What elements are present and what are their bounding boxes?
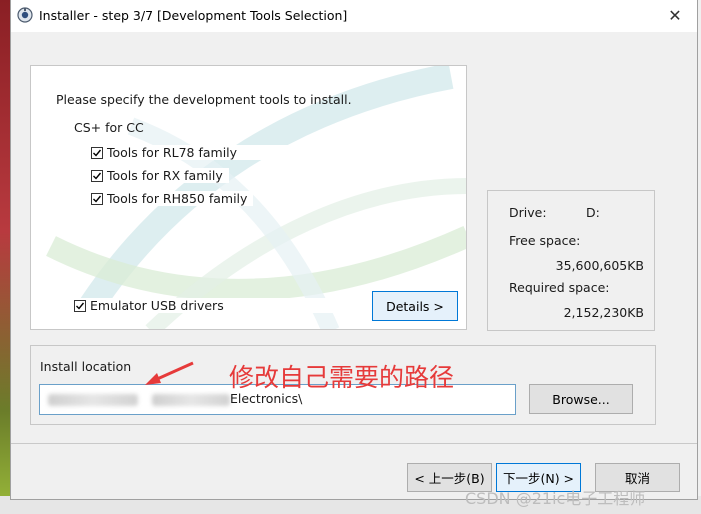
checkbox-checked-icon[interactable] <box>91 146 103 159</box>
instruction-text: Please specify the development tools to … <box>56 92 352 107</box>
checkbox-checked-icon[interactable] <box>91 169 103 182</box>
close-icon[interactable]: ✕ <box>653 0 697 32</box>
checkbox-rl78[interactable]: Tools for RL78 family <box>91 145 342 160</box>
checkbox-checked-icon[interactable] <box>91 192 103 205</box>
details-button[interactable]: Details > <box>372 291 458 321</box>
free-space-label: Free space: <box>509 233 581 248</box>
required-space-value: 2,152,230KB <box>563 305 644 320</box>
browse-button[interactable]: Browse... <box>529 384 633 414</box>
checkbox-label: Tools for RH850 family <box>107 191 248 206</box>
redacted-path-segment <box>48 394 138 406</box>
free-space-value: 35,600,605KB <box>555 258 644 273</box>
annotation-text: 修改自己需要的路径 <box>229 363 455 392</box>
watermark-text: CSDN @21ic电子工程师 <box>465 489 646 508</box>
checkbox-label: Emulator USB drivers <box>90 298 224 313</box>
checkbox-label: Tools for RL78 family <box>107 145 238 160</box>
installer-window: Installer - step 3/7 [Development Tools … <box>10 0 698 500</box>
required-space-label: Required space: <box>509 280 610 295</box>
drive-info-panel: Drive: D: Free space: 35,600,605KB Requi… <box>487 190 655 331</box>
footer-divider <box>11 443 697 444</box>
checkbox-emulator-usb[interactable]: Emulator USB drivers <box>74 298 340 313</box>
drive-value: D: <box>586 205 600 220</box>
checkbox-label: Tools for RX family <box>107 168 223 183</box>
checkbox-rx[interactable]: Tools for RX family <box>91 168 229 183</box>
red-arrow-icon <box>145 361 194 385</box>
checkbox-checked-icon[interactable] <box>74 299 86 312</box>
tools-panel: Please specify the development tools to … <box>30 65 467 330</box>
group-label: CS+ for CC <box>74 120 144 135</box>
window-title: Installer - step 3/7 [Development Tools … <box>39 8 348 23</box>
title-bar[interactable]: Installer - step 3/7 [Development Tools … <box>11 0 697 32</box>
redacted-path-segment <box>152 394 230 406</box>
checkbox-rh850[interactable]: Tools for RH850 family <box>91 191 254 206</box>
desktop-background-strip <box>0 0 10 514</box>
install-location-label: Install location <box>40 359 132 374</box>
drive-label: Drive: <box>509 205 547 220</box>
installer-app-icon <box>17 7 33 23</box>
